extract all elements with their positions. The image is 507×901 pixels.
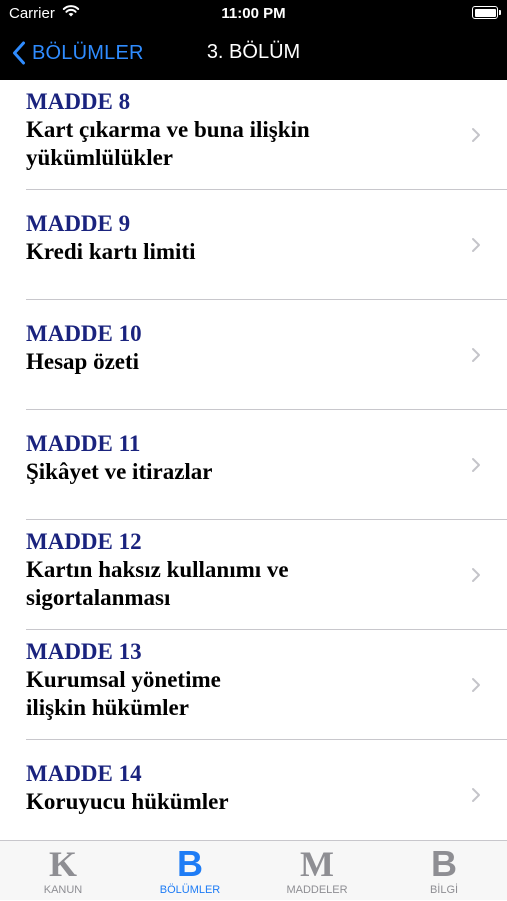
clock: 11:00 PM (221, 5, 286, 22)
tab-maddeler-icon: M (300, 844, 334, 884)
list-item[interactable]: MADDE 8 Kart çıkarma ve buna ilişkin yük… (0, 80, 507, 190)
list-item[interactable]: MADDE 11 Şikâyet ve itirazlar (0, 410, 507, 520)
chevron-right-icon (471, 677, 481, 698)
article-title: Hesap özeti (26, 349, 140, 374)
tab-kanun-icon: K (48, 844, 77, 884)
tab-bilgi-icon: B (431, 843, 457, 884)
article-code: MADDE 9 (26, 211, 131, 236)
article-title: Kartın haksız kullanımı ve (26, 557, 289, 582)
tab-bolumler-label: BÖLÜMLER (159, 884, 221, 896)
tab-bilgi-label: BİLGİ (429, 884, 459, 896)
article-code: MADDE 14 (26, 761, 142, 786)
tab-bar: K KANUN B BÖLÜMLER M MADDELER B BİLGİ (0, 840, 507, 900)
status-bar: Carrier 11:00 PM (0, 0, 507, 28)
list-item[interactable]: MADDE 9 Kredi kartı limiti (0, 190, 507, 300)
chevron-right-icon (471, 787, 481, 808)
tab-kanun-label: KANUN (43, 884, 83, 896)
article-title-cont: ilişkin hükümler (26, 695, 189, 720)
article-code: MADDE 11 (26, 431, 141, 456)
tab-maddeler-label: MADDELER (286, 884, 348, 896)
list-item[interactable]: MADDE 10 Hesap özeti (0, 300, 507, 410)
article-code: MADDE 10 (26, 321, 142, 346)
article-code: MADDE 8 (26, 89, 131, 114)
list-item[interactable]: MADDE 14 Koruyucu hükümler (0, 740, 507, 840)
article-title: Kredi kartı limiti (26, 239, 196, 264)
chevron-right-icon (471, 567, 481, 588)
chevron-right-icon (471, 237, 481, 258)
chevron-right-icon (471, 347, 481, 368)
tab-bolumler[interactable]: B BÖLÜMLER (127, 841, 253, 901)
article-title: Kurumsal yönetime (26, 667, 221, 692)
article-code: MADDE 12 (26, 529, 142, 554)
navigation-bar: BÖLÜMLER 3. BÖLÜM (0, 28, 507, 80)
page-title: 3. BÖLÜM (206, 41, 301, 63)
tab-bilgi[interactable]: B BİLGİ (381, 841, 507, 901)
tab-maddeler[interactable]: M MADDELER (254, 841, 380, 901)
article-code: MADDE 13 (26, 639, 142, 664)
list-item[interactable]: MADDE 13 Kurumsal yönetime ilişkin hüküm… (0, 630, 507, 740)
battery-icon (472, 6, 501, 19)
article-title-cont: yükümlülükler (26, 145, 173, 170)
tab-bolumler-icon: B (177, 843, 203, 884)
article-list: MADDE 8 Kart çıkarma ve buna ilişkin yük… (0, 80, 507, 840)
article-title: Kart çıkarma ve buna ilişkin (26, 117, 310, 142)
article-title: Şikâyet ve itirazlar (26, 459, 213, 484)
chevron-right-icon (471, 127, 481, 148)
chevron-right-icon (471, 457, 481, 478)
article-title: Koruyucu hükümler (26, 789, 229, 814)
article-title-cont: sigortalanması (26, 585, 171, 610)
tab-kanun[interactable]: K KANUN (0, 841, 126, 901)
list-item[interactable]: MADDE 12 Kartın haksız kullanımı ve sigo… (0, 520, 507, 630)
